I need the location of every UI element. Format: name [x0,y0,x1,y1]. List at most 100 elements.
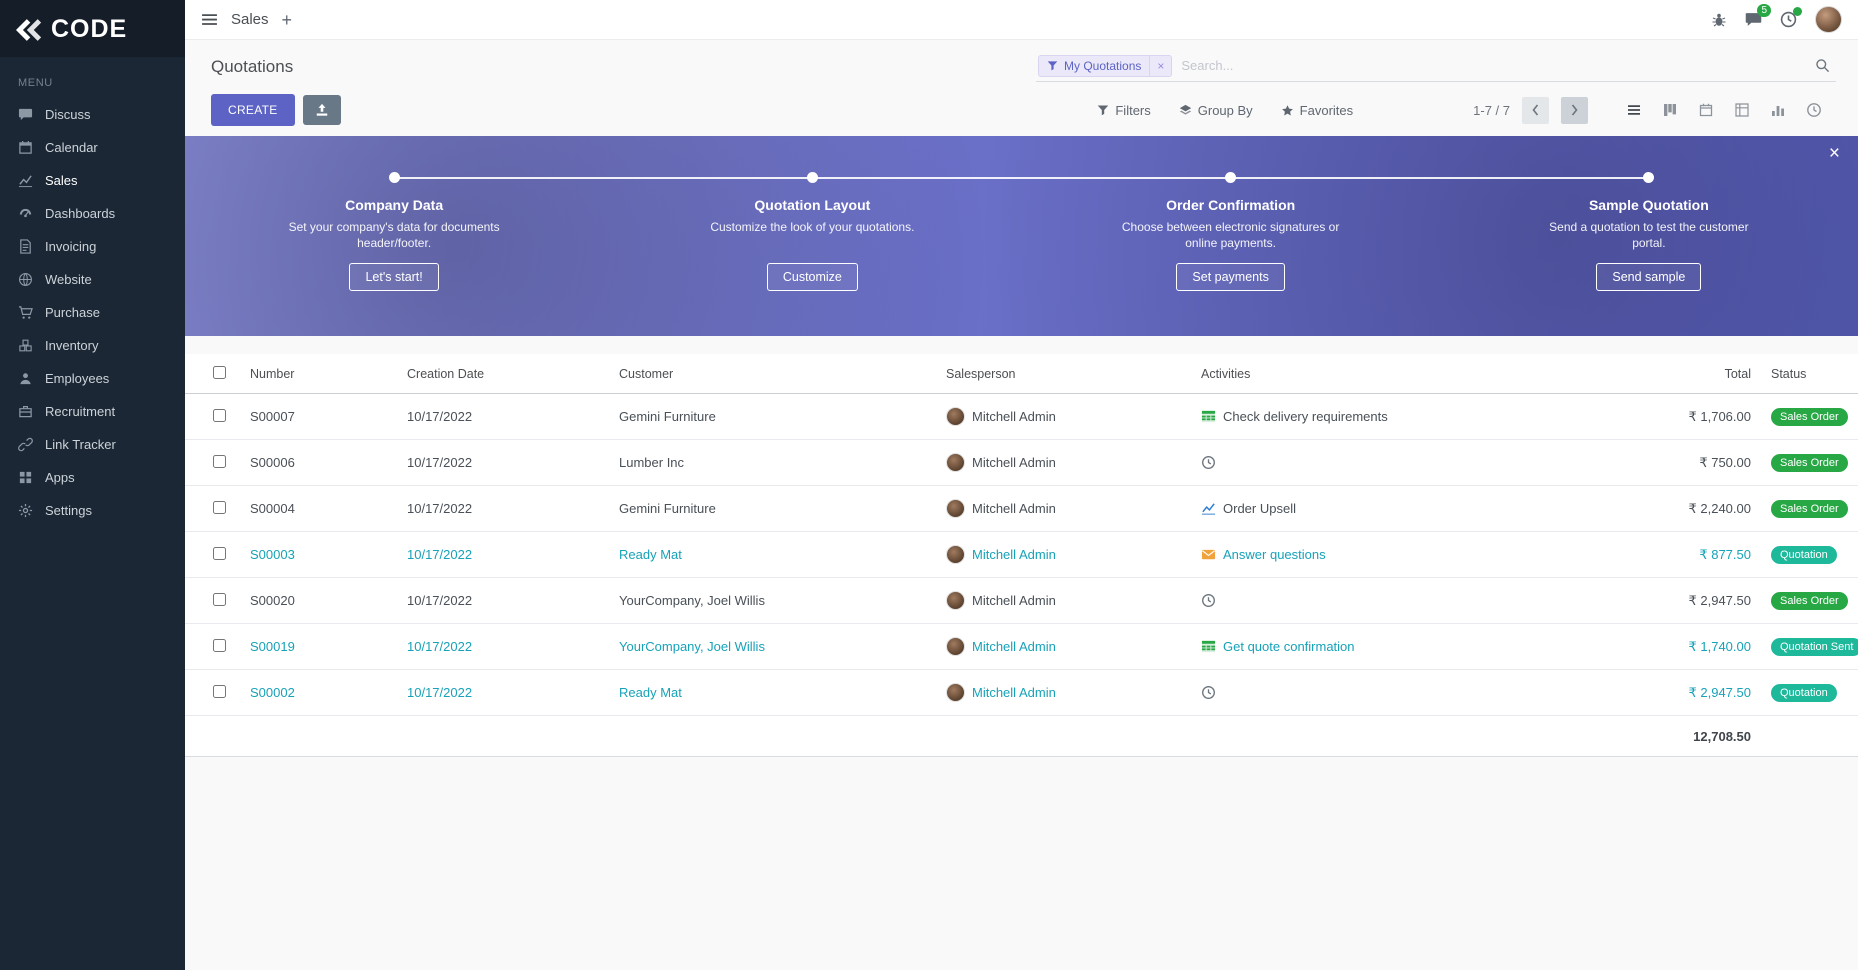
brand-logo[interactable]: CODE [0,0,185,57]
step-action-button[interactable]: Let's start! [349,263,438,291]
table-row[interactable]: S00003 10/17/2022 Ready Mat Mitchell Adm… [185,532,1858,578]
search-icon[interactable] [1811,58,1834,73]
select-all-checkbox[interactable] [213,366,226,379]
control-panel-top-row: Quotations My Quotations × [185,48,1858,92]
user-avatar[interactable] [1815,6,1842,33]
cell-activity[interactable]: Get quote confirmation [1191,639,1615,654]
pager-previous-button[interactable] [1522,97,1549,124]
header-total[interactable]: Total [1615,367,1761,381]
table-row[interactable]: S00020 10/17/2022 YourCompany, Joel Will… [185,578,1858,624]
activities-badge [1793,7,1802,16]
step-action-button[interactable]: Customize [767,263,858,291]
row-checkbox[interactable] [213,639,226,652]
list-view-icon [1626,102,1642,118]
cell-salesperson: Mitchell Admin [936,499,1191,518]
pager-next-button[interactable] [1561,97,1588,124]
control-panel: Quotations My Quotations × CREATE [185,40,1858,136]
messages-badge: 5 [1757,4,1771,17]
add-tab-icon[interactable]: + [282,11,293,29]
header-number[interactable]: Number [240,367,397,381]
search-facet: My Quotations × [1038,55,1172,77]
cell-activity[interactable] [1191,593,1615,608]
header-activities[interactable]: Activities [1191,367,1615,381]
sidebar-item-employees[interactable]: Employees [0,362,185,395]
calendar-view-button[interactable] [1688,97,1724,124]
hamburger-menu-icon[interactable] [201,11,218,28]
sidebar-item-website[interactable]: Website [0,263,185,296]
status-badge: Quotation [1771,684,1837,702]
graph-view-button[interactable] [1760,97,1796,124]
table-row[interactable]: S00004 10/17/2022 Gemini Furniture Mitch… [185,486,1858,532]
pager-range: 1-7 / 7 [1473,103,1510,118]
step-description: Choose between electronic signatures or … [1113,219,1348,252]
filters-button[interactable]: Filters [1097,103,1150,118]
facet-remove-icon[interactable]: × [1149,56,1171,76]
activities-clock-icon[interactable] [1780,11,1797,28]
sidebar-item-sales[interactable]: Sales [0,164,185,197]
sidebar-item-discuss[interactable]: Discuss [0,98,185,131]
cell-activity[interactable] [1191,685,1615,700]
dashboards-icon [18,206,34,222]
list-view-button[interactable] [1616,97,1652,124]
row-checkbox[interactable] [213,455,226,468]
onboarding-steps: Company Data Set your company's data for… [185,136,1858,291]
page-title: Quotations [211,57,293,77]
header-creation-date[interactable]: Creation Date [397,367,609,381]
discuss-icon [18,107,34,123]
cell-activity[interactable]: Check delivery requirements [1191,409,1615,424]
activity-label: Order Upsell [1223,501,1296,516]
kanban-view-button[interactable] [1652,97,1688,124]
export-button[interactable] [303,95,341,125]
sidebar-item-calendar[interactable]: Calendar [0,131,185,164]
cell-number: S00004 [240,501,397,516]
status-badge: Sales Order [1771,454,1848,472]
cell-activity[interactable]: Order Upsell [1191,501,1615,516]
activity-label: Answer questions [1223,547,1326,562]
header-salesperson[interactable]: Salesperson [936,367,1191,381]
table-row[interactable]: S00002 10/17/2022 Ready Mat Mitchell Adm… [185,670,1858,716]
sidebar-item-label: Purchase [45,305,100,320]
row-checkbox[interactable] [213,547,226,560]
sidebar-item-recruitment[interactable]: Recruitment [0,395,185,428]
cell-salesperson: Mitchell Admin [936,407,1191,426]
step-dot-icon [807,172,818,183]
current-app-name[interactable]: Sales [231,11,269,28]
sidebar-item-inventory[interactable]: Inventory [0,329,185,362]
cell-activity[interactable]: Answer questions [1191,547,1615,562]
pivot-view-icon [1734,102,1750,118]
create-button[interactable]: CREATE [211,94,295,126]
sidebar-item-dashboards[interactable]: Dashboards [0,197,185,230]
pivot-view-button[interactable] [1724,97,1760,124]
cell-total: ₹ 2,947.50 [1615,593,1761,609]
header-status[interactable]: Status [1761,367,1858,381]
row-checkbox[interactable] [213,685,226,698]
onboarding-step: Order Confirmation Choose between electr… [1022,172,1440,291]
row-checkbox[interactable] [213,593,226,606]
header-customer[interactable]: Customer [609,367,936,381]
sidebar-item-link-tracker[interactable]: Link Tracker [0,428,185,461]
search-facet-label: My Quotations [1064,59,1141,73]
cell-customer: YourCompany, Joel Willis [609,593,936,608]
debug-bug-icon[interactable] [1711,12,1727,28]
table-row[interactable]: S00006 10/17/2022 Lumber Inc Mitchell Ad… [185,440,1858,486]
activity-view-button[interactable] [1796,97,1832,124]
table-row[interactable]: S00019 10/17/2022 YourCompany, Joel Will… [185,624,1858,670]
cell-number: S00006 [240,455,397,470]
table-row[interactable]: S00007 10/17/2022 Gemini Furniture Mitch… [185,394,1858,440]
step-action-button[interactable]: Set payments [1176,263,1284,291]
sidebar-item-purchase[interactable]: Purchase [0,296,185,329]
sidebar-item-settings[interactable]: Settings [0,494,185,527]
search-input[interactable] [1172,54,1811,77]
cell-activity[interactable] [1191,455,1615,470]
group-by-button[interactable]: Group By [1179,103,1253,118]
cell-status: Sales Order [1761,500,1858,518]
sidebar-item-apps[interactable]: Apps [0,461,185,494]
step-action-button[interactable]: Send sample [1596,263,1701,291]
cell-creation-date: 10/17/2022 [397,409,609,424]
row-checkbox[interactable] [213,409,226,422]
sidebar-item-invoicing[interactable]: Invoicing [0,230,185,263]
favorites-button[interactable]: Favorites [1281,103,1353,118]
row-checkbox[interactable] [213,501,226,514]
messages-icon[interactable]: 5 [1745,11,1762,28]
purchase-icon [18,305,34,321]
